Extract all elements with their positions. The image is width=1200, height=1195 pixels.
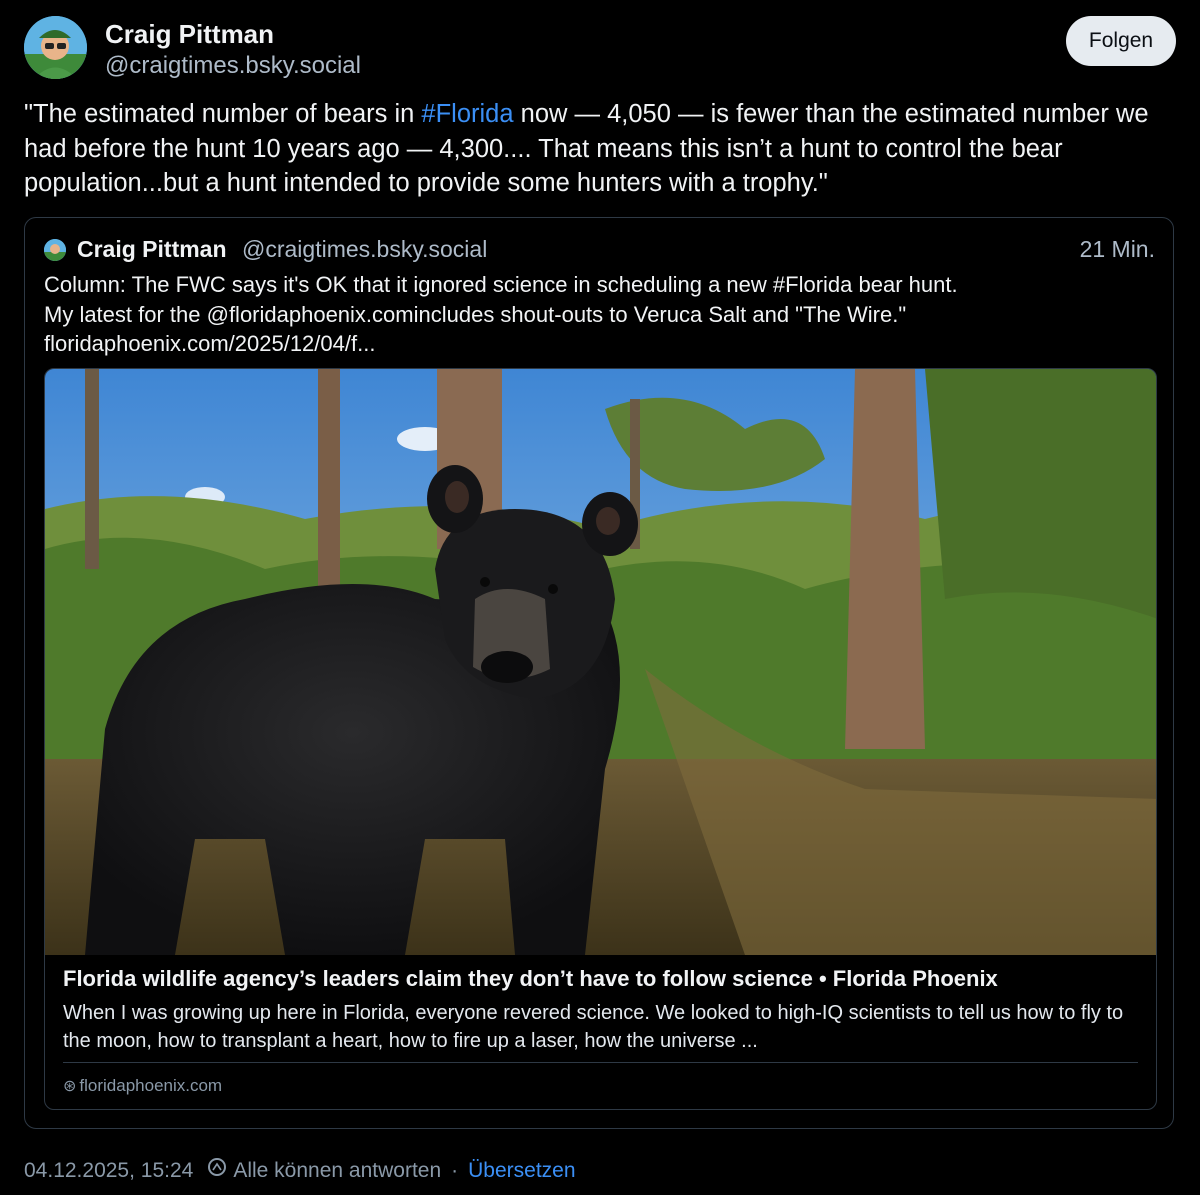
quoted-text-line: Column: The FWC says it's OK that it ign…: [44, 272, 958, 297]
link-card-domain[interactable]: ⊛ floridaphoenix.com: [63, 1076, 222, 1096]
quoted-post-time: 21 Min.: [1079, 236, 1155, 262]
reply-settings-icon: [207, 1157, 227, 1183]
avatar[interactable]: [24, 16, 87, 79]
quoted-author-name[interactable]: Craig Pittman: [77, 236, 227, 263]
quoted-author-handle[interactable]: @craigtimes.bsky.social: [242, 236, 487, 263]
link-preview-card[interactable]: Florida wildlife agency’s leaders claim …: [44, 368, 1157, 1110]
post-header: Craig Pittman @craigtimes.bsky.social Fo…: [24, 14, 1176, 80]
globe-icon: ⊛: [63, 1078, 77, 1095]
link-card-title[interactable]: Florida wildlife agency’s leaders claim …: [63, 966, 998, 992]
post-text-before: "The estimated number of bears in: [24, 100, 422, 128]
hashtag-link[interactable]: #Florida: [421, 100, 513, 128]
reply-setting-text[interactable]: Alle können antworten: [233, 1159, 441, 1182]
post-footer: 04.12.2025, 15:24 Alle können antworten · Ü…: [24, 1157, 576, 1183]
quoted-text-line: My latest for the @floridaphoenix.cominc…: [44, 301, 907, 327]
post-text: "The estimated number of bears in #Flori…: [24, 97, 1174, 201]
quoted-post[interactable]: Craig Pittman @craigtimes.bsky.social 21…: [24, 217, 1174, 1129]
separator: ·: [451, 1159, 459, 1182]
author-name[interactable]: Craig Pittman: [105, 19, 274, 50]
quoted-link-text[interactable]: floridaphoenix.com/2025/12/04/f...: [44, 329, 1154, 359]
link-card-description: When I was growing up here in Florida, e…: [63, 1002, 1124, 1052]
link-domain-text: floridaphoenix.com: [79, 1076, 223, 1095]
bear-photo: [45, 369, 1156, 955]
quoted-post-header: Craig Pittman @craigtimes.bsky.social 21…: [44, 236, 1155, 266]
quoted-post-text: Column: The FWC says it's OK that it ign…: [44, 270, 1154, 359]
translate-link[interactable]: Übersetzen: [468, 1159, 575, 1182]
follow-button[interactable]: Folgen: [1066, 16, 1176, 66]
author-handle[interactable]: @craigtimes.bsky.social: [105, 52, 361, 80]
post-timestamp[interactable]: 04.12.2025, 15:24: [24, 1159, 193, 1182]
divider: [63, 1062, 1138, 1063]
quoted-avatar: [44, 239, 66, 261]
